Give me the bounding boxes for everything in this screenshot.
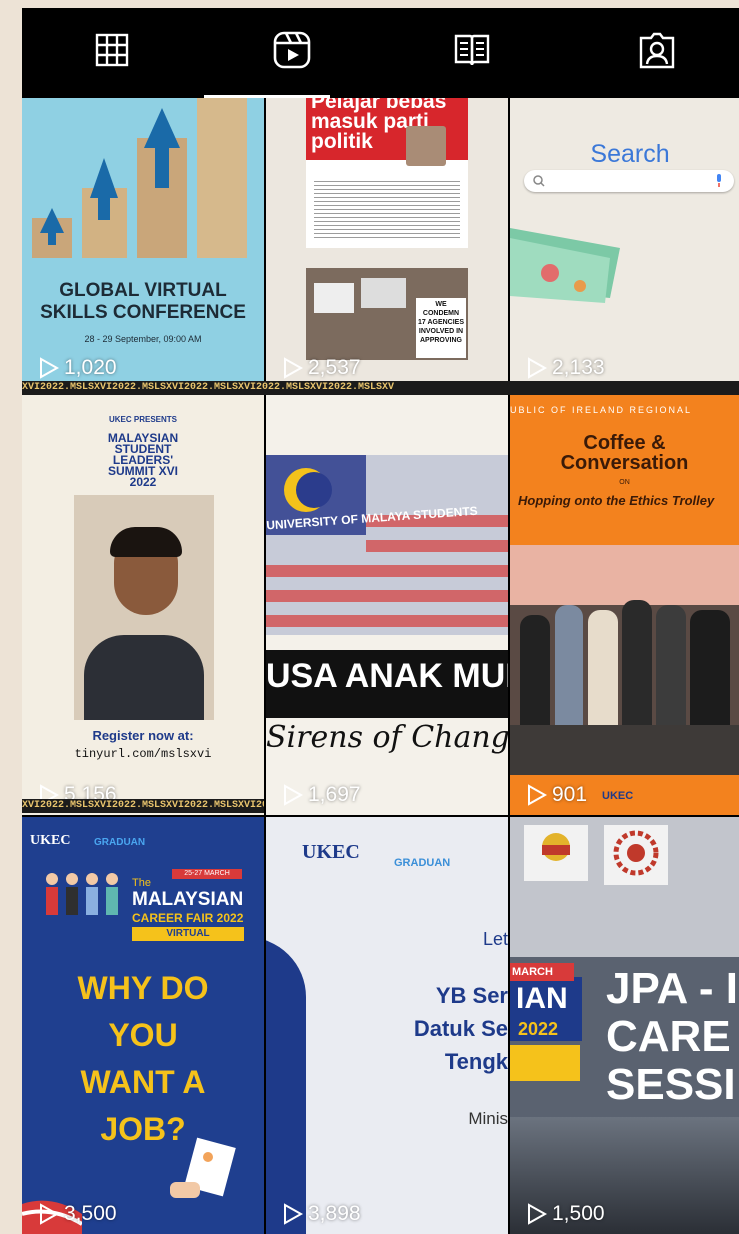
- banknotes-illustration: [510, 228, 620, 303]
- crest-icon: [542, 833, 570, 861]
- play-icon: [284, 1203, 304, 1225]
- view-count: 901: [526, 783, 587, 807]
- march-label: MARCH: [510, 963, 574, 981]
- year-label: 2022: [518, 1019, 559, 1039]
- tile-subtitle: 28 - 29 September, 09:00 AM: [84, 334, 202, 344]
- view-count-label: 1,020: [64, 356, 117, 379]
- ian-label: IAN: [516, 982, 568, 1015]
- search-label: Search: [590, 140, 670, 168]
- reel-tile[interactable]: UBLIC OF IRELAND REGIONAL Coffee & Conve…: [510, 395, 739, 815]
- tile-title: Coffee & Conversation: [560, 432, 689, 474]
- article-body: [314, 178, 460, 238]
- summit-ticker-strip: XVI2022.MSLSXVI2022.MSLSXVI2022.MSLSXVI2…: [22, 381, 739, 395]
- view-count: 2,537: [282, 356, 361, 380]
- fair-dates: 25-27 MARCH: [172, 869, 242, 879]
- fair-title: MALAYSIAN: [132, 889, 244, 910]
- play-icon: [40, 357, 60, 379]
- reel-tile[interactable]: UNIVERSITY OF MALAYA STUDENTS USA ANAK M…: [266, 395, 508, 815]
- people-illustration: [46, 873, 118, 915]
- play-icon: [528, 1203, 548, 1225]
- brand-logo: UKEC: [602, 790, 634, 802]
- reel-tile[interactable]: Pelajar bebas masuk parti politik WE CON…: [266, 98, 508, 388]
- tab-reels[interactable]: [272, 30, 312, 70]
- university-crest-logo: [604, 825, 668, 885]
- org-label: UBLIC OF IRELAND REGIONAL: [510, 405, 693, 415]
- fair-the: The: [132, 877, 151, 889]
- speaker-name: YB Ser Datuk Se Tengk: [413, 983, 508, 1074]
- brand-logo-secondary: GRADUAN: [94, 837, 146, 848]
- view-count-label: 2,537: [308, 356, 361, 379]
- reel-tile[interactable]: MARCH IAN 2022 JPA - I CARE SESSI 1,500: [510, 817, 739, 1234]
- play-icon: [284, 357, 304, 379]
- reel-tile[interactable]: GLOBAL VIRTUAL SKILLS CONFERENCE 28 - 29…: [22, 98, 264, 388]
- play-icon: [528, 784, 548, 806]
- view-count-label: 3,500: [64, 1202, 117, 1225]
- play-icon: [284, 784, 304, 806]
- brand-logo: UKEC: [302, 841, 360, 863]
- tagged-person-icon: [639, 32, 675, 69]
- search-icon: [533, 175, 545, 187]
- reels-icon: [273, 31, 311, 69]
- tile-brand: UKEC PRESENTS: [108, 415, 177, 424]
- tab-guides[interactable]: [452, 30, 492, 70]
- speaker-silhouette: [266, 937, 306, 1234]
- reel-tile[interactable]: UKEC PRESENTS MALAYSIAN STUDENT LEADERS'…: [22, 395, 264, 815]
- script-title: Sirens of Change: [266, 720, 508, 755]
- bar-chart-blocks-illustration: [32, 98, 247, 258]
- tile-headline: WHY DO YOU WANT A JOB?: [77, 970, 209, 1147]
- grid-icon: [95, 33, 129, 67]
- play-icon: [40, 1203, 60, 1225]
- reel-tile[interactable]: UKEC GRADUAN Let YB Ser Datuk Se Tengk M…: [266, 817, 508, 1234]
- topic-label: Hopping onto the Ethics Trolley: [518, 493, 715, 508]
- on-label: ON: [619, 479, 630, 486]
- virtual-badge: VIRTUAL: [132, 927, 244, 941]
- gear-crest-icon: [613, 830, 659, 876]
- view-count: 1,697: [282, 783, 361, 807]
- tab-tagged[interactable]: [637, 30, 677, 70]
- signup-url[interactable]: tinyurl.com/mslsxvi: [22, 747, 264, 761]
- group-photo: [510, 545, 739, 775]
- resume-hand-illustration: [170, 1137, 236, 1198]
- reel-tile[interactable]: Search 2,133: [510, 98, 739, 388]
- reels-grid: GLOBAL VIRTUAL SKILLS CONFERENCE 28 - 29…: [22, 98, 739, 1234]
- summit-ticker-strip: XVI2022.MSLSXVI2022.MSLSXVI2022.MSLSXVI2…: [22, 799, 264, 813]
- view-count-label: 2,133: [552, 356, 605, 379]
- view-count: 1,500: [526, 1202, 605, 1226]
- brand-logo-secondary: GRADUAN: [394, 857, 451, 869]
- brand-logo: UKEC: [30, 833, 71, 848]
- speaker-role: Minis: [468, 1109, 508, 1128]
- headline: USA ANAK MUD: [266, 657, 508, 695]
- view-count-label: 1,697: [308, 783, 361, 806]
- tile-title: GLOBAL VIRTUAL SKILLS CONFERENCE: [40, 280, 246, 323]
- reels-profile-screen: GLOBAL VIRTUAL SKILLS CONFERENCE 28 - 29…: [22, 8, 739, 1234]
- view-count-label: 1,500: [552, 1202, 605, 1225]
- microphone-icon: [717, 174, 721, 187]
- view-count: 3,500: [38, 1202, 117, 1226]
- newspaper-clipping: Pelajar bebas masuk parti politik: [306, 98, 468, 248]
- speaker-photo: [74, 495, 214, 720]
- view-count-label: 901: [552, 783, 588, 806]
- cta-label: Register now at:: [92, 728, 194, 743]
- play-icon: [528, 357, 548, 379]
- view-count: 2,133: [526, 356, 605, 380]
- tab-grid[interactable]: [92, 30, 132, 70]
- fair-subtitle: CAREER FAIR 2022: [132, 911, 244, 925]
- reel-tile[interactable]: UKEC GRADUAN 25-27 MARCH The MALAYSIAN C…: [22, 817, 264, 1234]
- guide-icon: [454, 34, 490, 66]
- government-crest-logo: [524, 825, 588, 881]
- profile-tab-bar: [22, 8, 739, 98]
- tile-title: MALAYSIAN STUDENT LEADERS' SUMMIT XVI 20…: [107, 431, 179, 489]
- tile-headline: JPA - I CARE SESSI: [606, 964, 739, 1109]
- view-count: 3,898: [282, 1202, 361, 1226]
- search-bar: [524, 170, 734, 192]
- protest-photo: WE CONDEMN 17 AGENCIES INVOLVED IN APPRO…: [306, 268, 468, 360]
- view-count-label: 3,898: [308, 1202, 361, 1225]
- view-count: 1,020: [38, 356, 117, 380]
- protest-sign: WE CONDEMN 17 AGENCIES INVOLVED IN APPRO…: [416, 298, 466, 358]
- intro-label: Let: [482, 929, 508, 949]
- photo: [406, 126, 446, 166]
